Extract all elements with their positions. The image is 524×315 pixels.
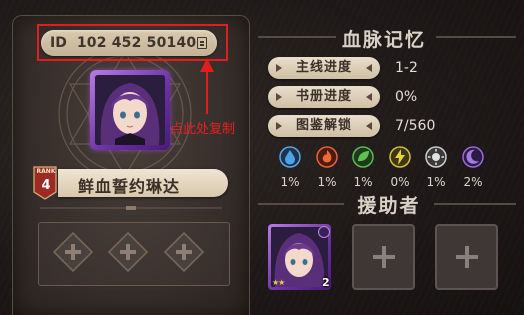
pill-arrow-right-icon	[366, 64, 372, 72]
empty-slot-2[interactable]	[106, 230, 150, 274]
wind-percent: 1%	[353, 175, 373, 189]
pill-arrow-left-icon	[276, 64, 282, 72]
thunder-percent: 0%	[390, 175, 410, 189]
stat-label: 主线进度	[295, 60, 352, 75]
thunder-element-icon[interactable]	[389, 146, 411, 168]
player-profile-screen: ID 102 452 50140 点此处复制 鲜血誓约琳达 RANK 4 血脉记…	[0, 0, 524, 315]
helpers-title: 援助者	[357, 195, 421, 217]
wind-element-icon[interactable]	[352, 146, 374, 168]
pill-arrow-left-icon	[276, 93, 282, 101]
stat-label: 图鉴解锁	[295, 118, 352, 133]
fire-percent: 1%	[317, 175, 337, 189]
star-rating: ★★	[272, 278, 285, 287]
pill-arrow-right-icon	[366, 93, 372, 101]
pill-arrow-right-icon	[366, 122, 372, 130]
helper-level: 2	[322, 276, 330, 289]
helper-slot-3[interactable]	[435, 224, 498, 290]
dark-element-badge-icon	[318, 226, 330, 238]
hero-name-plate: 鲜血誓约琳达	[58, 169, 228, 197]
red-pointer-arrow	[200, 58, 214, 114]
empty-slot-3[interactable]	[162, 230, 206, 274]
codex-unlock-label: 图鉴解锁	[268, 115, 380, 137]
main-progress-label: 主线进度	[268, 57, 380, 79]
title-ornament-left	[258, 203, 344, 205]
bloodline-memory-title: 血脉记忆	[341, 29, 426, 51]
hero-portrait	[95, 75, 165, 145]
rank-value: 4	[41, 178, 51, 193]
title-ornament-right	[436, 36, 516, 38]
fire-element-icon[interactable]	[316, 146, 338, 168]
main-progress-value: 1-2	[395, 60, 418, 76]
hero-portrait-art	[95, 75, 165, 145]
title-ornament-right	[434, 203, 516, 205]
hero-avatar[interactable]	[90, 70, 170, 150]
dark-element-icon[interactable]	[462, 146, 484, 168]
add-helper-icon	[455, 246, 478, 268]
codex-unlock-value: 7/560	[395, 118, 436, 134]
title-ornament-left	[258, 36, 336, 38]
hero-name: 鲜血誓约琳达	[78, 177, 181, 196]
pill-arrow-left-icon	[276, 122, 282, 130]
dark-percent: 2%	[463, 175, 483, 189]
water-percent: 1%	[280, 175, 300, 189]
ornament-divider	[40, 206, 222, 210]
add-helper-icon	[372, 246, 395, 268]
book-progress-value: 0%	[395, 89, 418, 105]
light-percent: 1%	[426, 175, 446, 189]
empty-slot-1[interactable]	[51, 230, 95, 274]
book-progress-label: 书册进度	[268, 86, 380, 108]
stat-label: 书册进度	[295, 89, 352, 104]
helper-slot-2[interactable]	[352, 224, 415, 290]
light-element-icon[interactable]	[425, 146, 447, 168]
rank-label: RANK	[36, 168, 56, 175]
water-element-icon[interactable]	[279, 146, 301, 168]
copy-hint-text: 点此处复制	[170, 122, 236, 137]
